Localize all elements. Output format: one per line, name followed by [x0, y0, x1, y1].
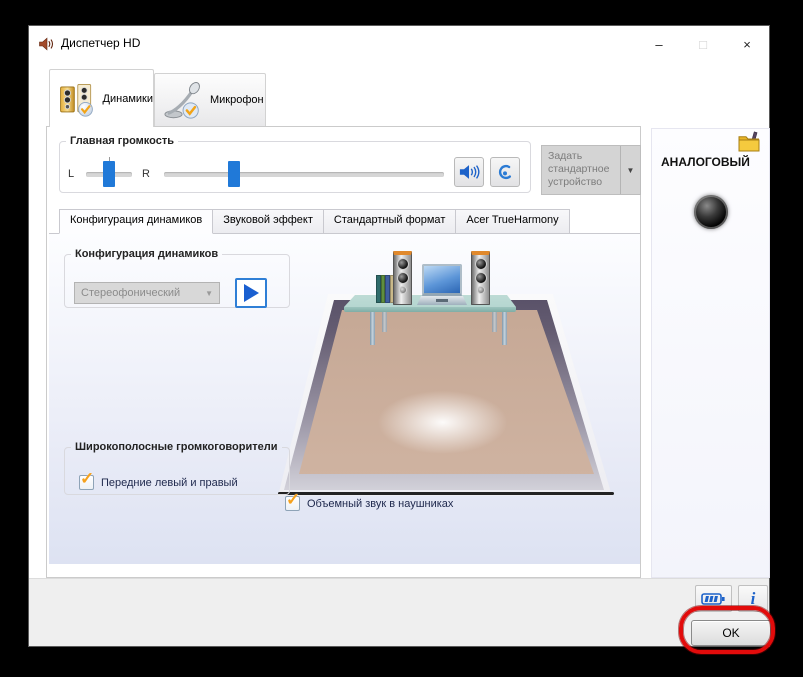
- desk-leg: [370, 310, 375, 345]
- balance-right-label: R: [142, 168, 150, 180]
- analog-jack[interactable]: [694, 195, 728, 229]
- speaker-config-select[interactable]: Стереофонический ▼: [74, 282, 220, 304]
- ear-button[interactable]: [490, 157, 520, 187]
- volume-slider-track[interactable]: [164, 172, 444, 177]
- speaker-config-selected-option: Стереофонический: [81, 287, 181, 299]
- balance-left-label: L: [68, 168, 75, 180]
- select-chevron-icon: ▼: [205, 288, 213, 298]
- laptop-touchpad: [436, 299, 448, 302]
- speaker-config-group: Конфигурация динамиков Стереофонический …: [64, 248, 290, 308]
- folder-settings-icon: [738, 131, 760, 152]
- minimize-button[interactable]: –: [637, 26, 681, 62]
- room-illustration: [278, 246, 614, 502]
- surround-headphones-checkbox-row[interactable]: ✓ Объемный звук в наушниках: [285, 490, 454, 511]
- tab-acer-trueharmony[interactable]: Acer TrueHarmony: [456, 209, 570, 234]
- window-title: Диспетчер HD: [61, 36, 141, 50]
- tab-default-format[interactable]: Стандартный формат: [323, 209, 457, 234]
- surround-headphones-label: Объемный звук в наушниках: [307, 497, 454, 510]
- battery-icon: [701, 592, 725, 605]
- close-button[interactable]: ×: [725, 26, 769, 62]
- front-left-right-checkbox[interactable]: ✓: [79, 469, 94, 490]
- volume-slider[interactable]: [164, 161, 444, 187]
- screen-background: Диспетчер HD – □ × Динамики Микрофон Гла…: [0, 0, 803, 677]
- app-speaker-icon: [39, 37, 54, 51]
- tab-microphone-label: Микрофон: [210, 94, 264, 106]
- balance-slider[interactable]: [86, 157, 132, 187]
- main-panel: Главная громкость L R Задать стандартное…: [46, 126, 641, 578]
- play-icon: [243, 284, 259, 302]
- desk-leg: [502, 310, 507, 345]
- hd-manager-window: Диспетчер HD – □ × Динамики Микрофон Гла…: [28, 25, 771, 647]
- set-default-device-label: Задать стандартное устройство: [548, 150, 610, 188]
- laptop-screen: [422, 264, 462, 296]
- volume-slider-thumb[interactable]: [228, 161, 240, 187]
- tab-sound-effect[interactable]: Звуковой эффект: [213, 209, 324, 234]
- books: [376, 275, 394, 303]
- tab-speakers[interactable]: Динамики: [49, 69, 154, 127]
- balance-slider-thumb[interactable]: [103, 161, 115, 187]
- speaker-config-group-label: Конфигурация динамиков: [75, 248, 219, 260]
- titlebar[interactable]: Диспетчер HD – □ ×: [29, 26, 769, 62]
- connector-panel: АНАЛОГОВЫЙ: [651, 128, 770, 578]
- set-default-device-dropdown-arrow[interactable]: ▼: [620, 146, 640, 194]
- room-floor-line: [278, 492, 614, 495]
- tab-microphone[interactable]: Микрофон: [154, 73, 266, 127]
- play-test-button[interactable]: [235, 278, 267, 308]
- ok-highlight-annotation: [679, 606, 775, 654]
- check-icon: ✓: [286, 490, 301, 509]
- speaker-configuration-content: Конфигурация динамиков Стереофонический …: [49, 233, 640, 564]
- speaker-volume-icon: [459, 165, 480, 179]
- right-speaker[interactable]: [471, 251, 490, 305]
- fullrange-group-label: Широкополосные громкоговорители: [75, 441, 278, 453]
- tab-speakers-label: Динамики: [102, 92, 153, 105]
- footer-bar: i OK: [29, 578, 771, 646]
- connector-panel-title: АНАЛОГОВЫЙ: [661, 155, 750, 169]
- left-speaker[interactable]: [393, 251, 412, 305]
- ear-icon: [498, 164, 511, 180]
- maximize-button: □: [699, 36, 707, 52]
- mute-button[interactable]: [454, 157, 484, 187]
- speakers-icon: [60, 83, 93, 117]
- master-volume-label: Главная громкость: [70, 135, 175, 147]
- microphone-icon: [164, 82, 200, 119]
- surround-headphones-checkbox[interactable]: ✓: [285, 490, 300, 511]
- fullrange-speakers-group: Широкополосные громкоговорители ✓ Передн…: [64, 441, 290, 495]
- connector-settings-button[interactable]: [735, 131, 763, 157]
- set-default-device-button[interactable]: Задать стандартное устройство ▼: [541, 145, 641, 195]
- desk-front-edge: [344, 307, 516, 312]
- config-tab-strip: Конфигурация динамиков Звуковой эффект С…: [59, 209, 570, 234]
- window-controls: – □ ×: [637, 26, 769, 62]
- tab-speaker-configuration[interactable]: Конфигурация динамиков: [59, 209, 214, 234]
- front-left-right-label: Передние левый и правый: [101, 476, 238, 489]
- front-left-right-checkbox-row[interactable]: ✓ Передние левый и правый: [79, 469, 238, 490]
- master-volume-group: Главная громкость L R: [59, 135, 531, 193]
- check-icon: ✓: [80, 469, 95, 488]
